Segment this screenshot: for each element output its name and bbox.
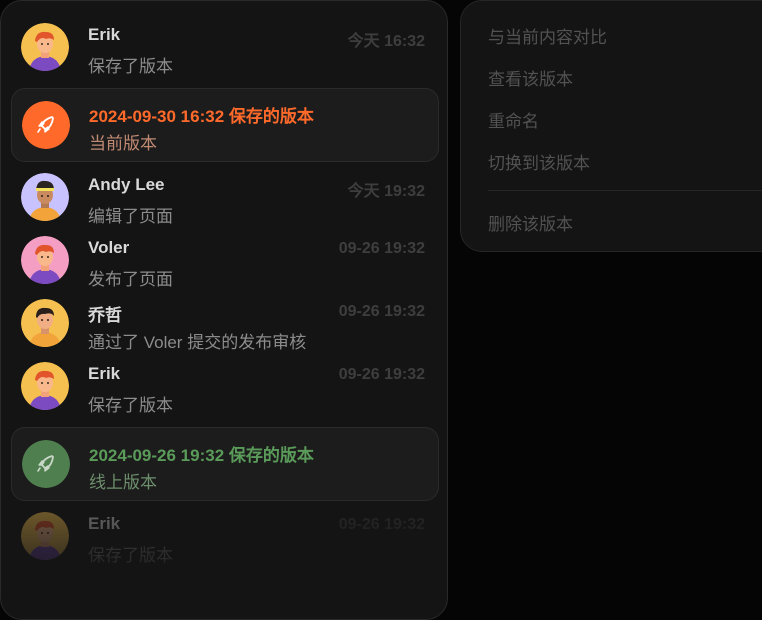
version-item-current[interactable]: 2024-09-30 16:32 保存的版本 当前版本 (11, 88, 439, 162)
history-item[interactable]: Erik 保存了版本 09-26 19:32 (11, 506, 439, 568)
menu-item-switch-version[interactable]: 切换到该版本 (488, 149, 590, 174)
history-action: 保存了版本 (88, 396, 173, 415)
history-action: 发布了页面 (88, 270, 173, 289)
history-action: 通过了 Voler 提交的发布审核 (88, 333, 307, 352)
history-action: 保存了版本 (88, 57, 173, 76)
history-time: 09-26 19:32 (338, 240, 425, 257)
history-user-name: Andy Lee (88, 175, 165, 194)
history-time: 今天 16:32 (347, 33, 425, 50)
menu-item-compare[interactable]: 与当前内容对比 (488, 23, 607, 48)
history-time: 今天 19:32 (347, 183, 425, 200)
history-user-name: Erik (88, 514, 121, 533)
version-title: 2024-09-30 16:32 保存的版本 (89, 107, 314, 126)
red-hair-avatar-icon (21, 512, 69, 560)
menu-item-delete-version[interactable]: 删除该版本 (488, 210, 573, 235)
history-time: 09-26 19:32 (338, 366, 425, 383)
rocket-icon (22, 440, 70, 488)
version-avatar (22, 440, 70, 488)
history-user-name: Voler (88, 238, 130, 257)
history-user-name: Erik (88, 25, 121, 44)
dark-hair-avatar-icon (21, 299, 69, 347)
red-hair-avatar-icon (21, 236, 69, 284)
history-action: 编辑了页面 (88, 207, 173, 226)
version-history-panel: Erik 保存了版本 今天 16:32 2024-09-30 16:32 保存的… (0, 0, 448, 620)
history-time: 09-26 19:32 (338, 516, 425, 533)
history-user-name: 乔哲 (88, 306, 122, 325)
history-action: 保存了版本 (88, 546, 173, 565)
menu-divider (488, 190, 762, 191)
rocket-icon (22, 101, 70, 149)
avatar (21, 236, 69, 284)
headband-avatar-icon (21, 173, 69, 221)
avatar (21, 512, 69, 560)
history-item[interactable]: Andy Lee 编辑了页面 今天 19:32 (11, 167, 439, 229)
avatar (21, 23, 69, 71)
history-item[interactable]: Erik 保存了版本 09-26 19:32 (11, 356, 439, 418)
avatar (21, 173, 69, 221)
avatar (21, 299, 69, 347)
menu-item-view-version[interactable]: 查看该版本 (488, 65, 573, 90)
red-hair-avatar-icon (21, 362, 69, 410)
version-label: 线上版本 (89, 473, 157, 492)
history-user-name: Erik (88, 364, 121, 383)
avatar (21, 362, 69, 410)
version-label: 当前版本 (89, 134, 157, 153)
history-item[interactable]: 乔哲 通过了 Voler 提交的发布审核 09-26 19:32 (11, 293, 439, 355)
history-item[interactable]: Erik 保存了版本 今天 16:32 (11, 17, 439, 79)
version-avatar (22, 101, 70, 149)
red-hair-avatar-icon (21, 23, 69, 71)
history-time: 09-26 19:32 (338, 303, 425, 320)
version-title: 2024-09-26 19:32 保存的版本 (89, 446, 314, 465)
history-item[interactable]: Voler 发布了页面 09-26 19:32 (11, 230, 439, 292)
version-item-online[interactable]: 2024-09-26 19:32 保存的版本 线上版本 (11, 427, 439, 501)
menu-item-rename[interactable]: 重命名 (488, 107, 539, 132)
version-context-menu: 与当前内容对比 查看该版本 重命名 切换到该版本 删除该版本 (460, 0, 762, 252)
